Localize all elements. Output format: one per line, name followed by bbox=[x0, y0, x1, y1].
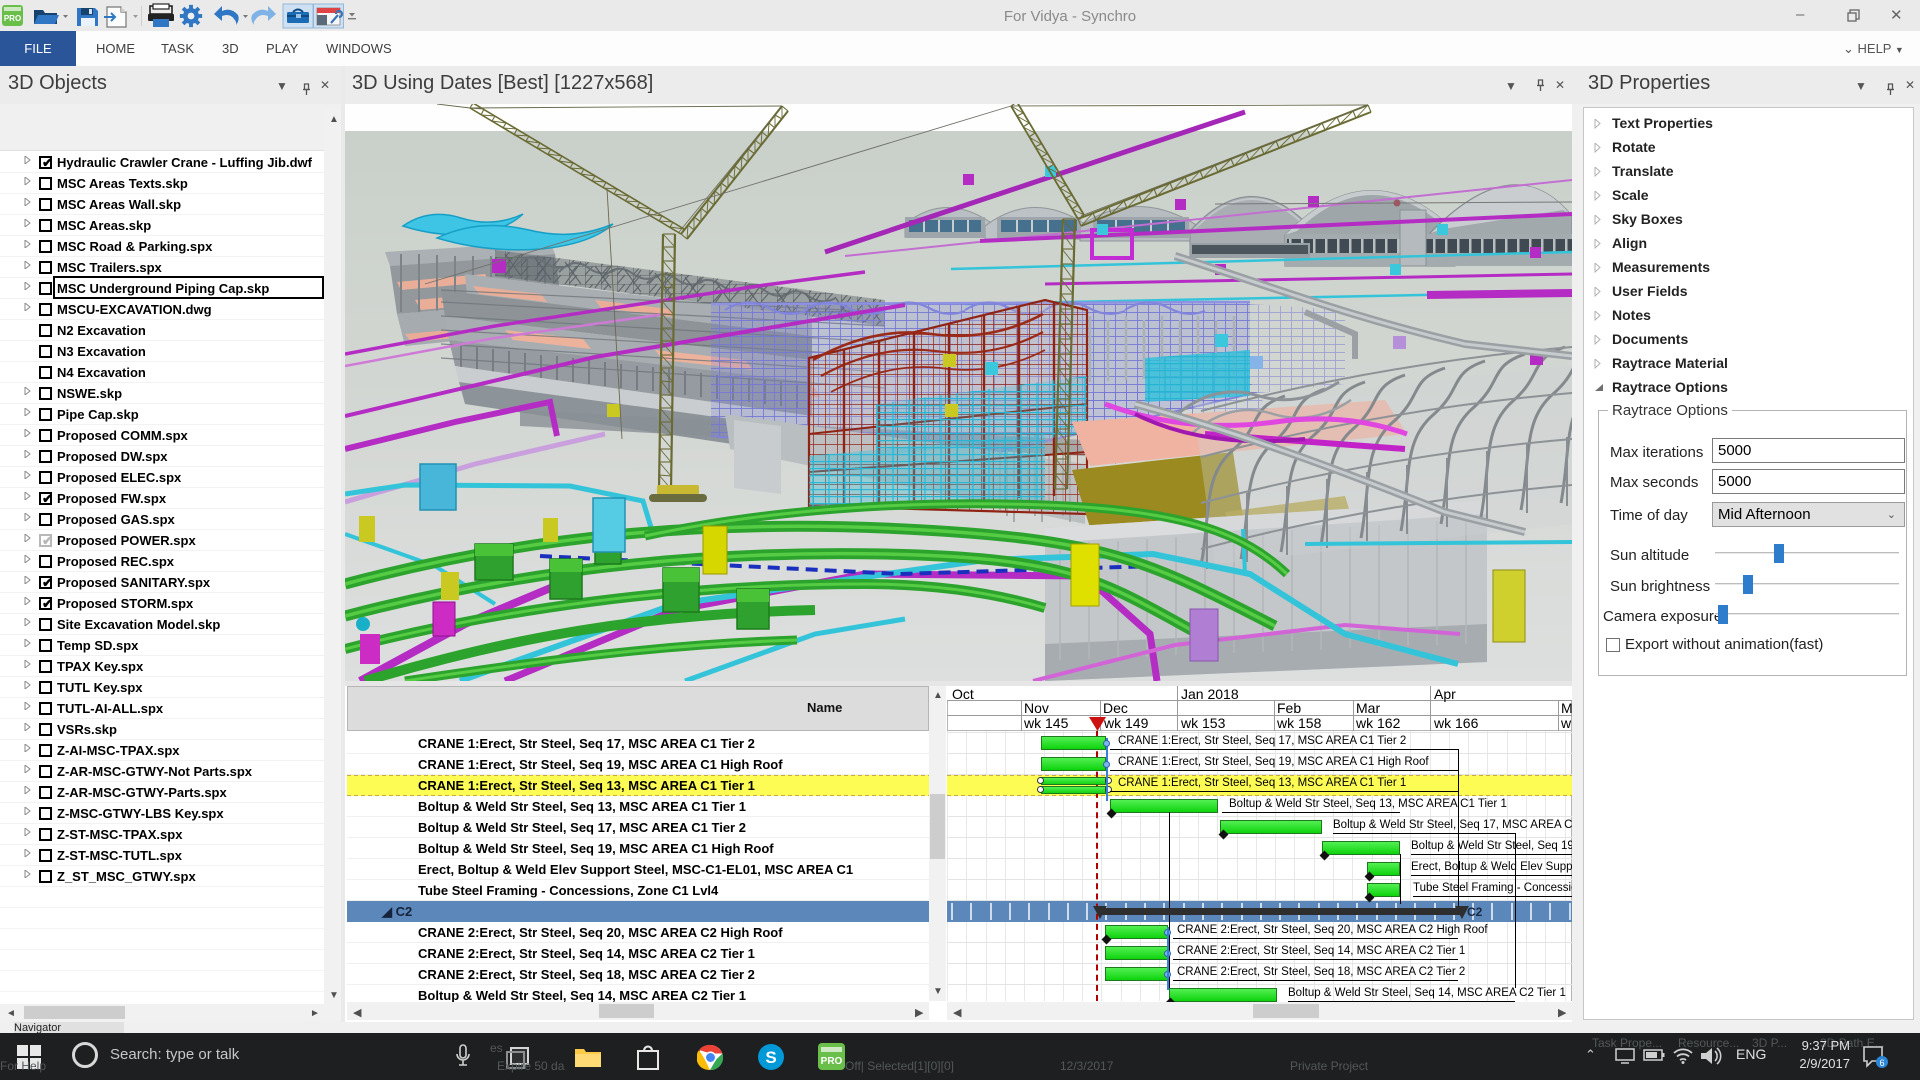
svg-text:6: 6 bbox=[1879, 1058, 1884, 1068]
svg-text:S: S bbox=[765, 1048, 776, 1067]
svg-text:PRO: PRO bbox=[4, 14, 21, 23]
svg-text:PRO: PRO bbox=[821, 1056, 843, 1067]
